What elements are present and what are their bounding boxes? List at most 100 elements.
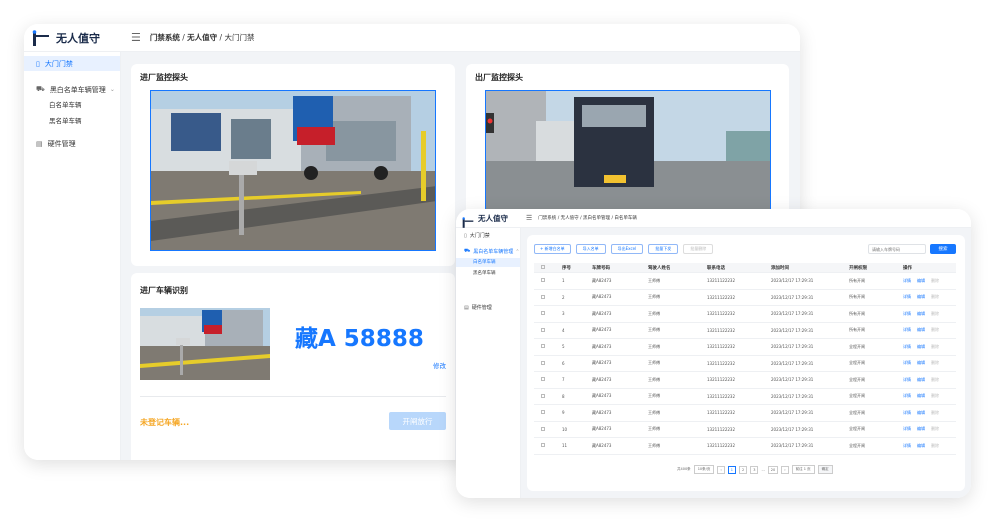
- table-cell: 藏A82473: [592, 393, 612, 399]
- edit-link[interactable]: 编辑: [917, 443, 925, 449]
- detail-link[interactable]: 详情: [903, 311, 911, 317]
- export-excel-button[interactable]: 导出Excel: [610, 244, 644, 254]
- edit-plate-link[interactable]: 修改: [433, 360, 446, 370]
- detail-link[interactable]: 详情: [903, 410, 911, 416]
- delete-link[interactable]: 删除: [931, 327, 939, 333]
- row-checkbox[interactable]: [534, 311, 562, 316]
- edit-link[interactable]: 编辑: [917, 311, 925, 317]
- table-row[interactable]: 7 藏A82473 王师傅 13211122232 2023/12/17 17:29:3…: [534, 372, 956, 389]
- search-button[interactable]: 搜索: [930, 244, 956, 254]
- edit-link[interactable]: 编辑: [917, 360, 925, 366]
- open-gate-button[interactable]: 开闸放行: [389, 412, 446, 430]
- sidebar-item-list-management[interactable]: ⛟ 黑白名单车辆管理 ⌃: [464, 248, 520, 255]
- row-checkbox[interactable]: [534, 278, 562, 283]
- row-checkbox[interactable]: [534, 360, 562, 366]
- sidebar-item-gate[interactable]: ▯ 大门门禁: [464, 232, 490, 240]
- jump-to-page[interactable]: 前往 1 页: [791, 465, 815, 474]
- row-checkbox[interactable]: [534, 327, 562, 333]
- sidebar-item-blacklist[interactable]: 黑名单车辆: [473, 269, 496, 278]
- table-row[interactable]: 3 藏A82473 王师傅 13211122232 2023/12/17 17:29:3…: [534, 306, 956, 323]
- recognition-snapshot[interactable]: [140, 308, 270, 380]
- breadcrumb-item[interactable]: 无人值守: [187, 33, 217, 42]
- entry-camera-feed[interactable]: [150, 90, 436, 251]
- page-button[interactable]: 2: [738, 465, 748, 474]
- sidebar-item-whitelist[interactable]: 白名单车辆: [49, 98, 82, 112]
- select-all-checkbox[interactable]: [534, 264, 562, 271]
- sidebar-item-blacklist[interactable]: 黑名单车辆: [49, 114, 82, 128]
- edit-link[interactable]: 编辑: [917, 377, 925, 383]
- logo: 无人值守: [24, 29, 121, 46]
- sidebar-item-hardware[interactable]: ▤ 硬件管理: [24, 136, 76, 151]
- edit-link[interactable]: 编辑: [917, 327, 925, 333]
- delete-link[interactable]: 删除: [931, 410, 939, 416]
- plate-search-input[interactable]: [868, 244, 926, 254]
- sidebar-item-hardware[interactable]: ▤ 硬件管理: [464, 304, 492, 312]
- edit-link[interactable]: 编辑: [917, 294, 925, 300]
- next-page-button[interactable]: ›: [781, 465, 789, 474]
- table-row[interactable]: 1 藏A82473 王师傅 13211122232 2023/12/17 17:29:3…: [534, 273, 956, 290]
- prev-page-button[interactable]: ‹: [717, 465, 725, 474]
- import-button[interactable]: 导入名单: [575, 244, 606, 254]
- delete-link[interactable]: 删除: [931, 360, 939, 366]
- delete-link[interactable]: 删除: [931, 278, 939, 284]
- delete-link[interactable]: 删除: [931, 344, 939, 350]
- table-cell: 全程开闸: [849, 376, 865, 382]
- row-actions: 详情 编辑 删除: [903, 360, 955, 366]
- detail-link[interactable]: 详情: [903, 443, 911, 449]
- detail-link[interactable]: 详情: [903, 294, 911, 300]
- delete-link[interactable]: 删除: [931, 377, 939, 383]
- page-size-select[interactable]: 10条/页: [693, 465, 715, 474]
- menu-toggle-icon[interactable]: ☰: [131, 31, 141, 44]
- row-checkbox[interactable]: [534, 443, 562, 448]
- batch-issue-button[interactable]: 批量下发: [648, 244, 679, 254]
- recognition-card: 进厂车辆识别 藏A 58888 修改 未登记车辆... 开闸放行: [131, 273, 455, 460]
- row-checkbox[interactable]: [534, 426, 562, 432]
- detail-link[interactable]: 详情: [903, 377, 911, 383]
- sidebar-item-gate[interactable]: ▯ 大门门禁: [24, 56, 120, 71]
- edit-link[interactable]: 编辑: [917, 410, 925, 416]
- edit-link[interactable]: 编辑: [917, 344, 925, 350]
- row-checkbox[interactable]: [534, 377, 562, 382]
- table-cell: 藏A82473: [592, 294, 612, 300]
- sidebar-item-list-management[interactable]: ⛟ 黑白名单车辆管理 ⌄: [24, 82, 120, 97]
- table-row[interactable]: 6 藏A82473 王师傅 13211122232 2023/12/17 17:29:3…: [534, 356, 956, 372]
- page-button[interactable]: 3: [750, 465, 759, 474]
- batch-delete-button[interactable]: 批量删除: [683, 244, 714, 254]
- row-checkbox[interactable]: [534, 294, 562, 300]
- row-checkbox[interactable]: [534, 344, 562, 349]
- table-row[interactable]: 11 藏A82473 王师傅 13211122232 2023/12/17 17:29:…: [534, 438, 956, 455]
- delete-link[interactable]: 删除: [931, 426, 939, 432]
- detail-link[interactable]: 详情: [903, 360, 911, 366]
- breadcrumb-item[interactable]: 门禁系统: [150, 33, 180, 42]
- delete-link[interactable]: 删除: [931, 443, 939, 449]
- sidebar-item-whitelist[interactable]: 白名单车辆: [456, 258, 520, 267]
- delete-link[interactable]: 删除: [931, 311, 939, 317]
- row-checkbox[interactable]: [534, 393, 562, 399]
- page-button[interactable]: 1: [727, 465, 736, 474]
- row-checkbox[interactable]: [534, 410, 562, 415]
- page-button[interactable]: 20: [767, 465, 779, 474]
- table-row[interactable]: 9 藏A82473 王师傅 13211122232 2023/12/17 17:29:3…: [534, 405, 956, 422]
- detail-link[interactable]: 详情: [903, 426, 911, 432]
- table-row[interactable]: 5 藏A82473 王师傅 13211122232 2023/12/17 17:29:3…: [534, 339, 956, 356]
- edit-link[interactable]: 编辑: [917, 393, 925, 399]
- menu-toggle-icon[interactable]: ☰: [526, 214, 532, 222]
- table-row[interactable]: 2 藏A82473 王师傅 13211122232 2023/12/17 17:29:3…: [534, 290, 956, 306]
- confirm-page-button[interactable]: 确定: [817, 465, 833, 474]
- add-whitelist-button[interactable]: + 新增白名单: [534, 244, 571, 254]
- table-cell: 王师傅: [648, 426, 660, 432]
- detail-link[interactable]: 详情: [903, 327, 911, 333]
- table-row[interactable]: 4 藏A82473 王师傅 13211122232 2023/12/17 17:29:3…: [534, 323, 956, 339]
- delete-link[interactable]: 删除: [931, 393, 939, 399]
- table-row[interactable]: 8 藏A82473 王师傅 13211122232 2023/12/17 17:29:3…: [534, 389, 956, 405]
- delete-link[interactable]: 删除: [931, 294, 939, 300]
- table-cell: 藏A82473: [592, 310, 612, 316]
- toolbar: + 新增白名单 导入名单 导出Excel 批量下发 批量删除: [534, 244, 714, 254]
- edit-link[interactable]: 编辑: [917, 426, 925, 432]
- detail-link[interactable]: 详情: [903, 344, 911, 350]
- header-cell: 驾驶人姓名: [648, 265, 671, 271]
- detail-link[interactable]: 详情: [903, 278, 911, 284]
- edit-link[interactable]: 编辑: [917, 278, 925, 284]
- table-row[interactable]: 10 藏A82473 王师傅 13211122232 2023/12/17 17:29:…: [534, 422, 956, 438]
- detail-link[interactable]: 详情: [903, 393, 911, 399]
